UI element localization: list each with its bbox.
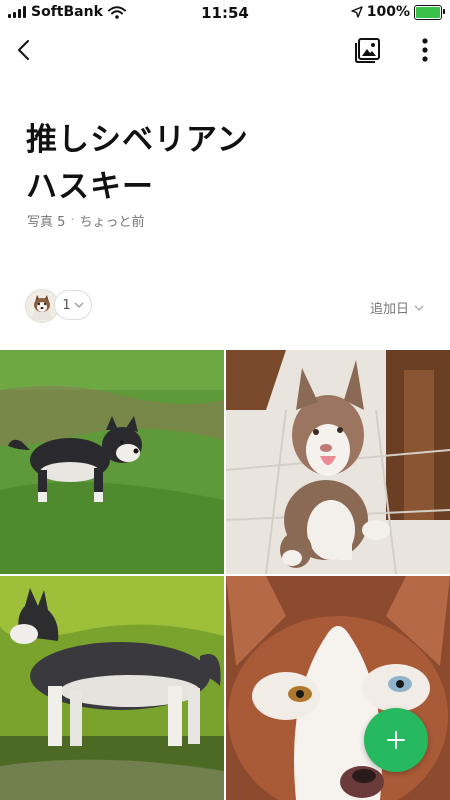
- member-count: 1: [62, 297, 71, 313]
- updated-time: ちょっと前: [79, 215, 145, 230]
- photo-count: 写真 5: [27, 215, 66, 230]
- sort-chevron-down-icon: [414, 305, 424, 311]
- more-vertical-icon: [422, 38, 428, 62]
- album-meta: 写真 5 · ちょっと前: [27, 211, 145, 230]
- album-title: 推しシベリアン ハスキー: [26, 117, 249, 211]
- photo-husky-puppy-grass: [0, 350, 224, 574]
- photo-husky-face-closeup: [226, 576, 450, 800]
- status-bar: SoftBank 11:54 100%: [0, 0, 450, 26]
- album-button[interactable]: [352, 34, 384, 66]
- back-button[interactable]: [8, 32, 44, 68]
- photo-tile[interactable]: [0, 576, 224, 800]
- location-icon: [351, 6, 363, 18]
- member-count-button[interactable]: 1: [54, 290, 92, 320]
- add-photo-button[interactable]: [364, 708, 428, 772]
- sort-button[interactable]: 追加日: [370, 298, 424, 317]
- more-button[interactable]: [410, 34, 440, 66]
- chevron-left-icon: [18, 40, 29, 60]
- meta-separator: ·: [70, 213, 75, 228]
- photo-brown-husky-puppy-floor: [226, 350, 450, 574]
- photo-album-icon: [355, 38, 380, 63]
- album-title-line-2: ハスキー: [26, 169, 154, 205]
- album-title-line-1: 推しシベリアン: [26, 122, 249, 158]
- photo-tile[interactable]: [0, 350, 224, 574]
- top-nav: [0, 26, 450, 74]
- photo-tile[interactable]: [226, 576, 450, 800]
- sort-label: 追加日: [369, 302, 409, 317]
- battery-icon: [414, 4, 445, 20]
- battery-percent: 100%: [366, 4, 410, 20]
- photo-husky-standing-grass: [0, 576, 224, 800]
- photo-tile[interactable]: [226, 350, 450, 574]
- chevron-down-icon: [74, 302, 84, 308]
- status-right: 100%: [351, 4, 445, 20]
